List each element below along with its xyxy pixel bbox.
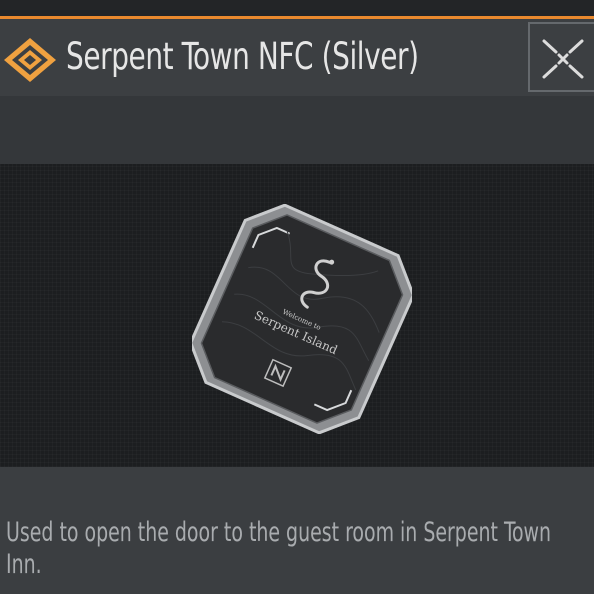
dialog-header: Serpent Town NFC (Silver) [0,19,594,96]
top-strip [0,0,594,16]
item-detail-dialog: Serpent Town NFC (Silver) Welcome to Ser… [0,0,594,594]
item-preview: Welcome to Serpent Island [0,164,594,467]
description-area: Used to open the door to the guest room … [0,467,594,594]
diamond-emblem-icon [4,38,56,82]
header-band [0,96,594,164]
close-button[interactable] [528,22,594,92]
item-description: Used to open the door to the guest room … [6,517,552,580]
nfc-card: Welcome to Serpent Island [192,204,412,434]
close-icon [542,39,584,79]
dialog-title: Serpent Town NFC (Silver) [66,35,419,78]
